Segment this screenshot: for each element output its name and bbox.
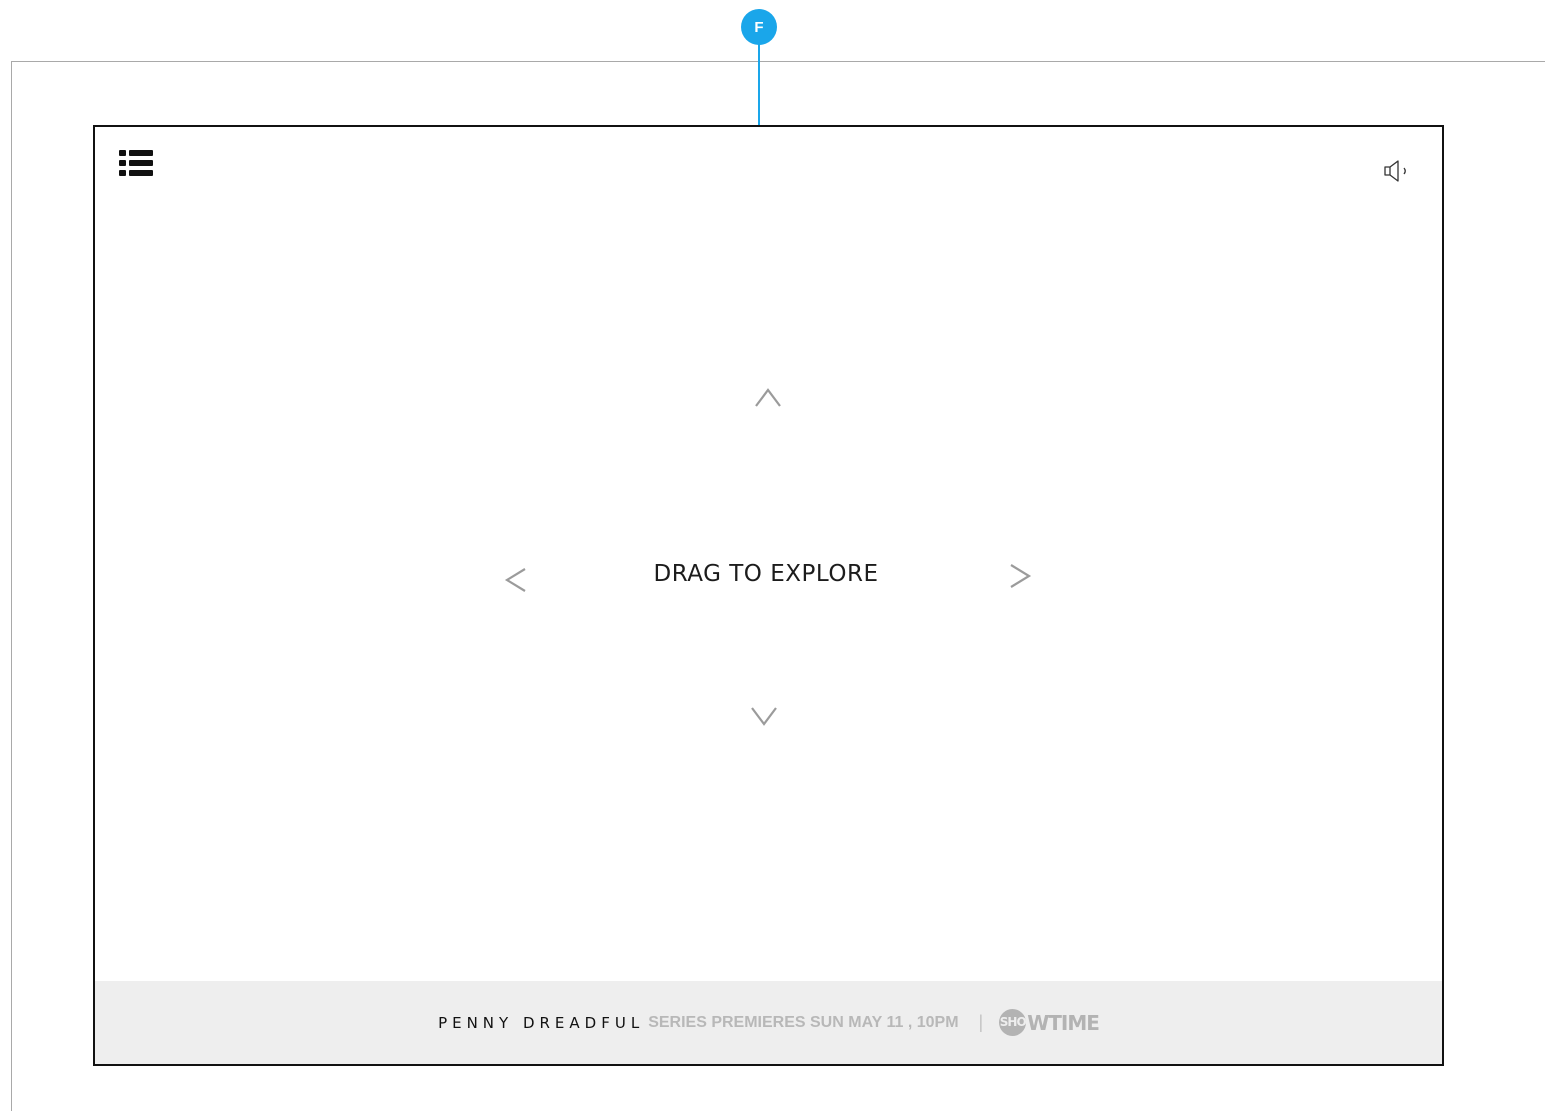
promo-bar[interactable]: PENNY DREADFUL SERIES PREMIERES SUN MAY … (95, 981, 1442, 1064)
promo-show-title: PENNY DREADFUL (438, 1013, 645, 1032)
list-menu-icon[interactable] (118, 149, 154, 177)
chevron-left-icon[interactable] (503, 564, 529, 596)
page-frame-top-line (11, 61, 1545, 62)
showtime-logo[interactable]: SHO WTIME (999, 1009, 1100, 1036)
annotation-badge: F (741, 9, 777, 45)
promo-separator: | (978, 1012, 984, 1032)
chevron-down-icon[interactable] (749, 703, 779, 729)
chevron-up-icon[interactable] (753, 385, 783, 411)
drag-to-explore-label: DRAG TO EXPLORE (653, 561, 879, 587)
speaker-icon[interactable] (1383, 159, 1413, 183)
showtime-logo-text: WTIME (1027, 1010, 1100, 1035)
page-frame-left-line (11, 61, 12, 1111)
device-screen: DRAG TO EXPLORE PENNY DREADFUL SERIES PR… (93, 125, 1444, 1066)
chevron-right-icon[interactable] (1007, 560, 1033, 592)
promo-premiere-text: SERIES PREMIERES SUN MAY 11 , 10PM (648, 1013, 959, 1031)
showtime-logo-circle: SHO (999, 1009, 1027, 1036)
